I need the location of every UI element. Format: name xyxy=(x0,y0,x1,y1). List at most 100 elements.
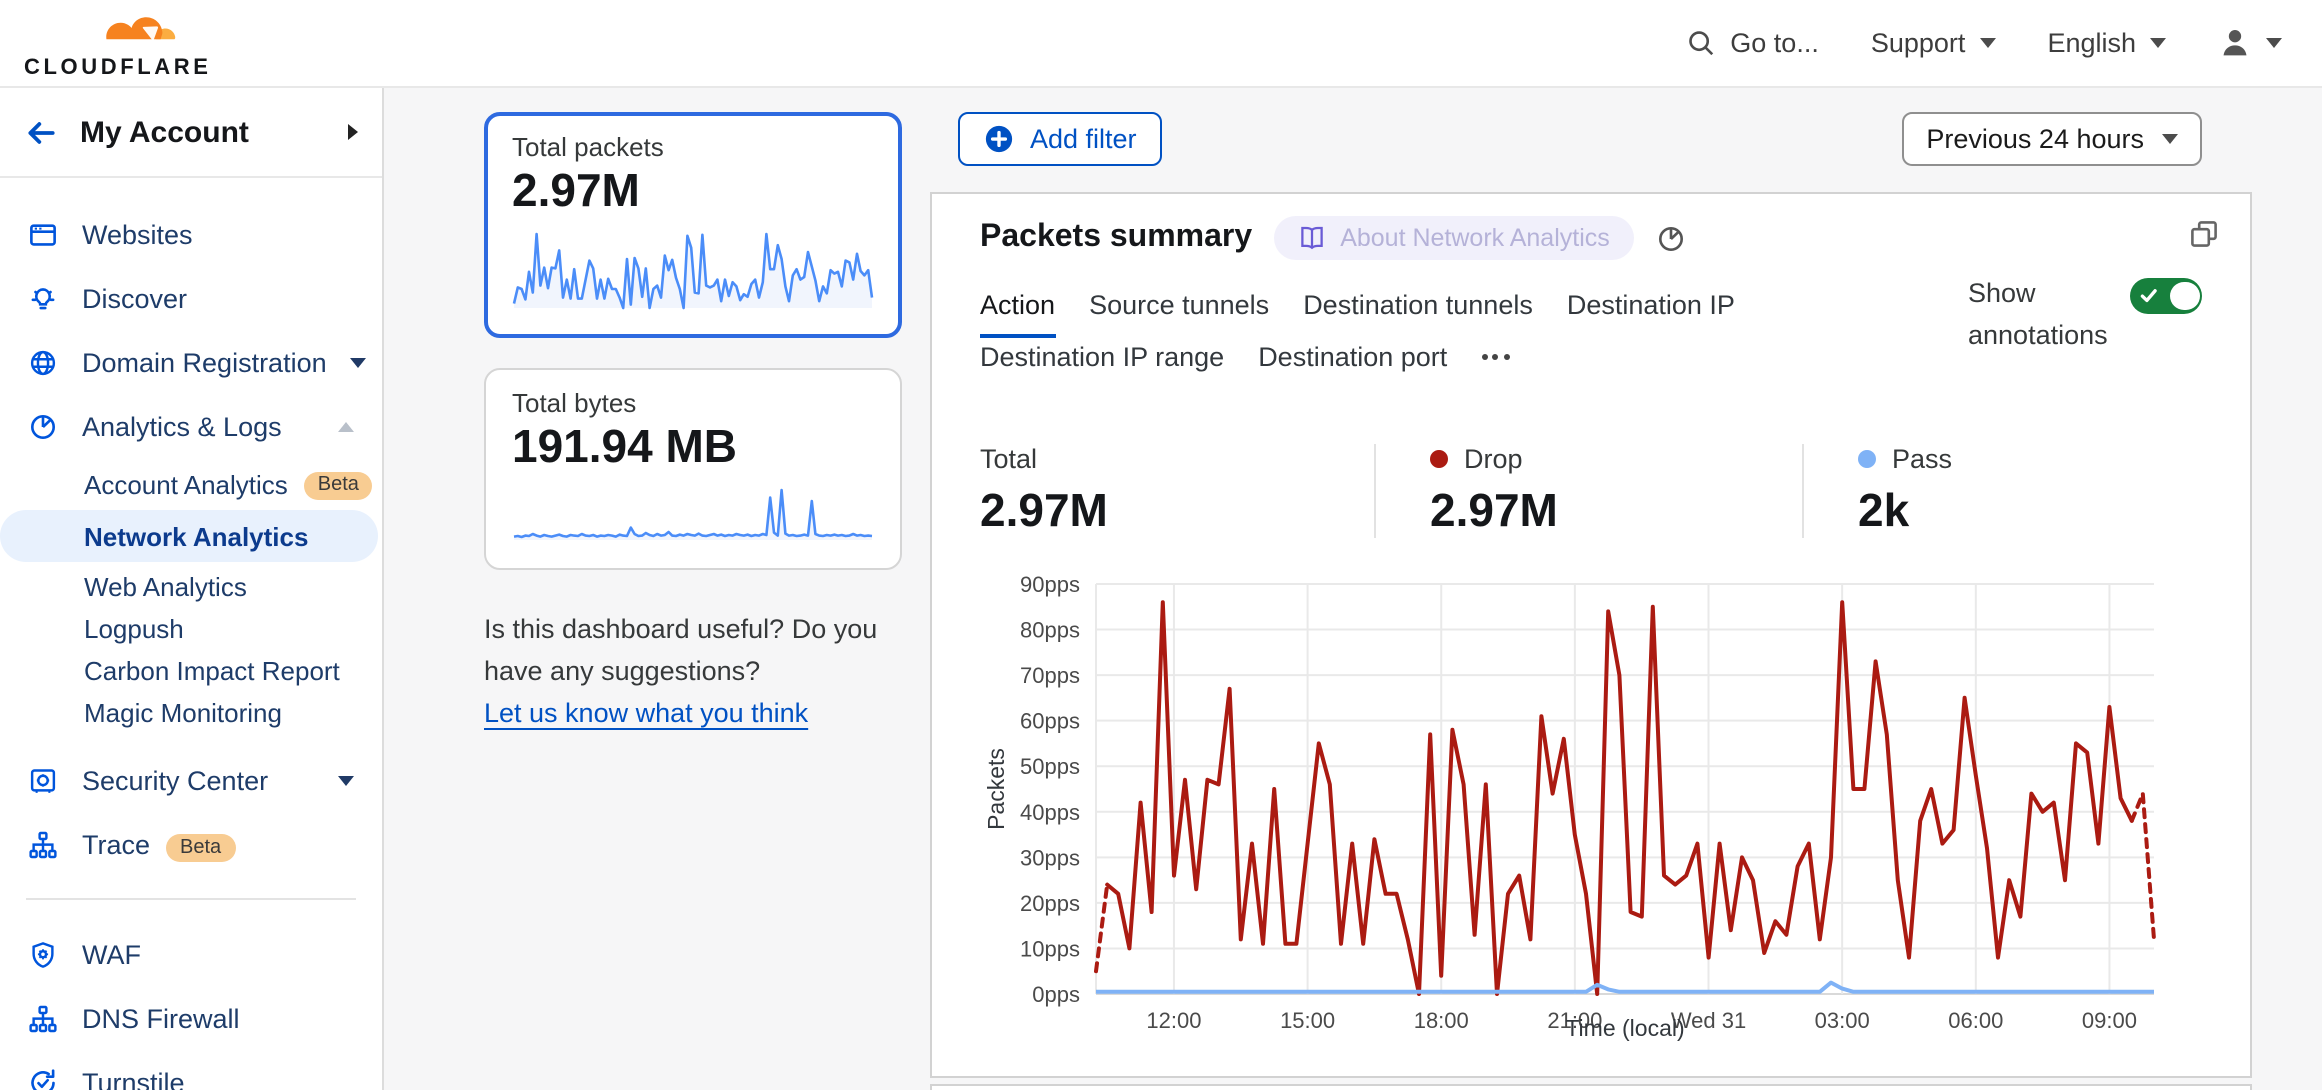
annotations-toggle[interactable] xyxy=(2130,278,2202,313)
filter-row: Add filter Previous 24 hours xyxy=(930,112,2252,166)
more-tabs-button[interactable] xyxy=(1481,338,1509,390)
back-arrow-icon[interactable] xyxy=(24,115,58,149)
chevron-down-icon xyxy=(2162,134,2178,144)
stat-value: 2k xyxy=(1858,484,1952,538)
sidebar-item-waf[interactable]: WAF xyxy=(0,922,382,986)
svg-text:90pps: 90pps xyxy=(1020,572,1080,597)
svg-text:18:00: 18:00 xyxy=(1414,1008,1469,1033)
bytes-sparkline xyxy=(512,482,874,542)
sidebar-item-label: Domain Registration xyxy=(82,347,327,377)
drop-dot xyxy=(1430,450,1448,468)
stats-row: Total 2.97M Drop 2.97M Pass 2k xyxy=(980,444,2202,538)
feedback-link[interactable]: Let us know what you think xyxy=(484,698,808,728)
tab-action[interactable]: Action xyxy=(980,286,1055,338)
svg-text:09:00: 09:00 xyxy=(2082,1008,2137,1033)
sidebar-item-label: Turnstile xyxy=(82,1067,354,1090)
sidebar-item-discover[interactable]: Discover xyxy=(0,266,382,330)
chevron-down-icon xyxy=(2266,38,2282,48)
sidebar-item-label: Account Analytics xyxy=(84,470,288,500)
chart-area: 0pps10pps20pps30pps40pps50pps60pps70pps8… xyxy=(980,566,2202,1052)
sidebar-item-carbon-impact-report[interactable]: Carbon Impact Report xyxy=(0,650,382,692)
stat-value: 2.97M xyxy=(1430,484,1782,538)
browser-icon xyxy=(28,219,58,249)
tab-destination-ip[interactable]: Destination IP xyxy=(1567,286,1735,338)
sidebar-item-logpush[interactable]: Logpush xyxy=(0,608,382,650)
sidebar-item-domain-registration[interactable]: Domain Registration xyxy=(0,330,382,394)
sidebar-item-turnstile[interactable]: Turnstile xyxy=(0,1050,382,1090)
chevron-down-icon xyxy=(351,357,367,367)
sidebar-item-security-center[interactable]: Security Center xyxy=(0,748,382,812)
toggle-knob xyxy=(2170,281,2199,310)
svg-text:50pps: 50pps xyxy=(1020,754,1080,779)
beta-badge: Beta xyxy=(166,834,235,862)
sidebar-item-label: Logpush xyxy=(84,614,184,644)
book-icon xyxy=(1298,224,1326,252)
feedback-question: Is this dashboard useful? Do you have an… xyxy=(484,614,877,686)
sidebar-item-network-analytics[interactable]: Network Analytics xyxy=(0,510,378,562)
chevron-right-icon[interactable] xyxy=(348,124,358,140)
svg-text:60pps: 60pps xyxy=(1020,709,1080,734)
trace-tree-icon xyxy=(28,829,58,859)
dimension-tabs: Action Source tunnels Destination tunnel… xyxy=(980,286,1820,390)
add-filter-button[interactable]: Add filter xyxy=(958,112,1163,166)
svg-text:15:00: 15:00 xyxy=(1280,1008,1335,1033)
sidebar-item-trace[interactable]: TraceBeta xyxy=(0,812,382,876)
kpi-card-total-packets[interactable]: Total packets 2.97M xyxy=(484,112,902,338)
about-network-analytics-pill[interactable]: About Network Analytics xyxy=(1274,216,1634,260)
support-menu[interactable]: Support xyxy=(1871,28,1996,58)
support-label: Support xyxy=(1871,28,1966,58)
svg-text:0pps: 0pps xyxy=(1032,982,1080,1007)
svg-text:10pps: 10pps xyxy=(1020,936,1080,961)
chevron-up-icon xyxy=(338,421,354,431)
sidebar-item-dns-firewall[interactable]: DNS Firewall xyxy=(0,986,382,1050)
about-label: About Network Analytics xyxy=(1340,224,1610,252)
cloudflare-logo[interactable]: CLOUDFLARE xyxy=(24,5,208,81)
refresh-check-icon xyxy=(28,1067,58,1090)
kpi-value: 2.97M xyxy=(512,164,874,218)
sidebar-item-web-analytics[interactable]: Web Analytics xyxy=(0,566,382,608)
tab-source-tunnels[interactable]: Source tunnels xyxy=(1089,286,1269,338)
sidebar-item-account-analytics[interactable]: Account Analytics Beta xyxy=(0,464,382,506)
tab-destination-port[interactable]: Destination port xyxy=(1258,338,1447,390)
globe-icon xyxy=(28,347,58,377)
sidebar-item-label: Discover xyxy=(82,283,354,313)
kpi-label: Total bytes xyxy=(512,388,874,418)
language-label: English xyxy=(2047,28,2136,58)
sidebar-item-label: Analytics & Logs xyxy=(82,411,314,441)
safe-icon xyxy=(28,765,58,795)
shield-gear-icon xyxy=(28,939,58,969)
pie-chart-icon[interactable] xyxy=(1656,223,1686,253)
lightbulb-icon xyxy=(28,283,58,313)
sidebar-item-label: WAF xyxy=(82,939,354,969)
kpi-card-total-bytes[interactable]: Total bytes 191.94 MB xyxy=(484,368,902,570)
time-range-label: Previous 24 hours xyxy=(1926,124,2144,154)
account-menu[interactable] xyxy=(2218,26,2282,60)
top-nav: Go to... Support English xyxy=(1686,26,2282,60)
add-filter-label: Add filter xyxy=(1030,124,1137,154)
goto-search[interactable]: Go to... xyxy=(1686,28,1819,58)
goto-label: Go to... xyxy=(1730,28,1819,58)
tab-destination-tunnels[interactable]: Destination tunnels xyxy=(1303,286,1533,338)
sidebar-item-label: Carbon Impact Report xyxy=(84,656,340,686)
stat-drop: Drop 2.97M xyxy=(1374,444,1802,538)
svg-text:Time (local): Time (local) xyxy=(1565,1015,1684,1041)
packets-summary-panel: Packets summary About Network Analytics … xyxy=(930,192,2252,1078)
divider xyxy=(26,898,356,900)
sidebar-item-label: Security Center xyxy=(82,765,314,795)
pie-chart-icon xyxy=(28,411,58,441)
sidebar-item-label: Web Analytics xyxy=(84,572,247,602)
packets-time-series-chart[interactable]: 0pps10pps20pps30pps40pps50pps60pps70pps8… xyxy=(980,566,2206,1042)
svg-text:70pps: 70pps xyxy=(1020,663,1080,688)
sidebar-item-websites[interactable]: Websites xyxy=(0,202,382,266)
sidebar-item-analytics-logs[interactable]: Analytics & Logs xyxy=(0,394,382,458)
sidebar-item-magic-monitoring[interactable]: Magic Monitoring xyxy=(0,692,382,734)
time-range-dropdown[interactable]: Previous 24 hours xyxy=(1902,112,2202,166)
tab-destination-ip-range[interactable]: Destination IP range xyxy=(980,338,1224,390)
account-title[interactable]: My Account xyxy=(80,115,326,149)
language-menu[interactable]: English xyxy=(2047,28,2166,58)
sidebar-item-label: Websites xyxy=(82,219,354,249)
top-bar: CLOUDFLARE Go to... Support English xyxy=(0,0,2322,88)
expand-panel-icon[interactable] xyxy=(2188,218,2220,250)
stat-label: Pass xyxy=(1892,444,1952,474)
stat-pass: Pass 2k xyxy=(1802,444,1972,538)
